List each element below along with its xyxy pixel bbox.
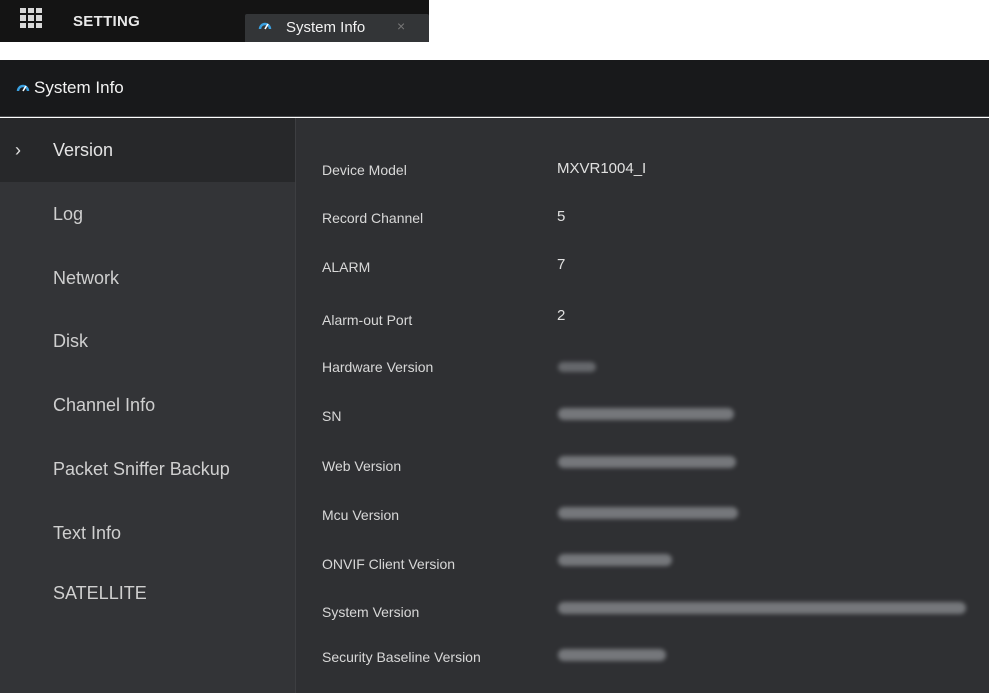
sidebar-item-satellite[interactable]: SATELLITE [0,566,295,630]
field-value-record-channel: 5 [557,208,566,225]
field-value-alarm-out-port: 2 [557,307,566,324]
redacted-value [558,456,736,468]
field-label-onvif-client-version: ONVIF Client Version [322,556,456,572]
field-label-alarm-out-port: Alarm-out Port [322,312,413,328]
sidebar-item-label: Text Info [53,523,122,543]
field-label-web-version: Web Version [322,458,402,474]
chevron-right-icon: › [15,140,21,160]
sidebar-item-label: Channel Info [53,395,156,415]
field-value-alarm: 7 [557,256,566,273]
sidebar-item-log[interactable]: Log [0,182,295,246]
field-label-security-baseline-version: Security Baseline Version [322,649,481,665]
sidebar-item-text-info[interactable]: Text Info [0,502,295,566]
sidebar-item-label: Network [53,268,120,288]
redacted-value [558,554,672,566]
grid-icon[interactable] [20,8,42,28]
sidebar-item-disk[interactable]: Disk [0,310,295,374]
setting-tab-label[interactable]: SETTING [73,13,140,30]
sidebar-item-label: Disk [53,331,88,351]
field-label-record-channel: Record Channel [322,210,424,226]
tab-system-info[interactable]: System Info × [245,14,429,42]
field-label-device-model: Device Model [322,162,407,178]
redacted-value [558,602,966,614]
tab-label: System Info [286,19,366,36]
sidebar: › Version Log Network Disk Channel Info … [0,118,295,693]
sidebar-item-label: SATELLITE [53,583,147,603]
close-icon[interactable]: × [397,18,405,34]
field-value-device-model: MXVR1004_I [557,160,647,177]
sidebar-item-network[interactable]: Network [0,246,295,310]
sidebar-item-version[interactable]: › Version [0,118,295,182]
dashboard-gauge-icon [16,84,30,92]
field-label-system-version: System Version [322,604,420,620]
field-label-mcu-version: Mcu Version [322,507,400,523]
redacted-value [558,362,596,372]
dashboard-gauge-icon [258,22,272,30]
sidebar-item-label: Log [53,204,84,224]
redacted-value [558,649,666,661]
field-label-hardware-version: Hardware Version [322,359,434,375]
page-title: System Info [34,78,124,97]
sidebar-item-packet-sniffer-backup[interactable]: Packet Sniffer Backup [0,438,295,502]
page-header: System Info [0,60,989,117]
sidebar-item-label: Packet Sniffer Backup [53,459,230,479]
sidebar-item-label: Version [53,140,114,160]
sidebar-item-channel-info[interactable]: Channel Info [0,374,295,438]
redacted-value [558,408,734,420]
tab-strip: SETTING System Info × [0,0,429,42]
redacted-value [558,507,738,519]
field-label-sn: SN [322,408,342,424]
top-tab-bar: SETTING System Info × [0,0,989,60]
field-label-alarm: ALARM [322,259,371,275]
version-panel: Device Model MXVR1004_I Record Channel 5… [295,118,989,693]
